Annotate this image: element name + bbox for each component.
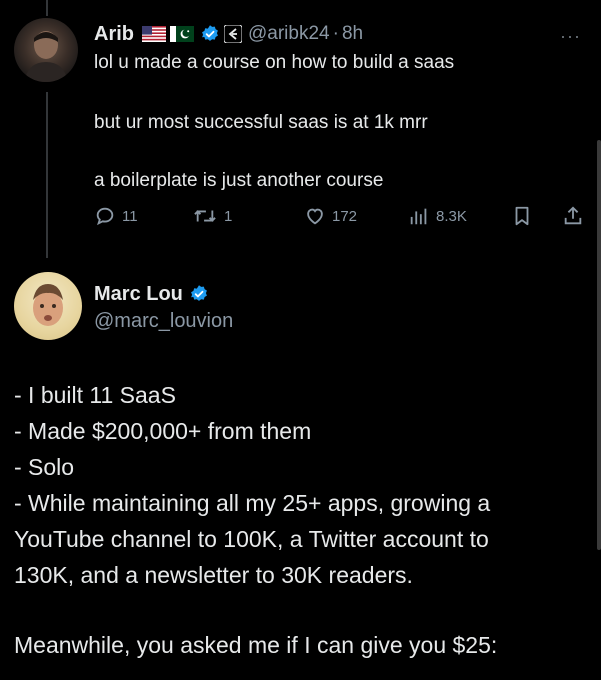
more-options-icon[interactable]: ··· [560, 26, 581, 47]
repost-button[interactable]: 1 [192, 205, 232, 227]
pakistan-flag-icon [170, 26, 194, 42]
tweet-text-line: - Solo [14, 454, 75, 480]
tweet-text-line: - Made $200,000+ from them [14, 418, 312, 444]
reply-text-line: but ur most successful saas is at 1k mrr [94, 112, 428, 133]
tweet-text-line: - While maintaining all my 25+ apps, gro… [14, 490, 491, 516]
verified-icon [190, 285, 207, 301]
repost-icon [194, 210, 216, 222]
affiliate-badge-icon [224, 25, 242, 43]
bookmark-button[interactable] [512, 205, 532, 227]
reply-count: 11 [122, 207, 138, 225]
avatar[interactable] [14, 18, 78, 82]
bookmark-icon [515, 206, 529, 226]
tweet-text-line: 130K, and a newsletter to 30K readers. [14, 562, 413, 588]
us-flag-icon [142, 26, 166, 42]
action-bar: 11 1 172 8.3K [94, 205, 594, 233]
avatar[interactable] [14, 272, 82, 340]
author-name[interactable]: Arib [94, 23, 134, 46]
views-button[interactable]: 8.3K [408, 205, 467, 227]
separator: · [332, 23, 339, 44]
verified-icon [202, 25, 218, 41]
avatar-silhouette-icon [24, 31, 68, 82]
reply-text-line: lol u made a course on how to build a sa… [94, 52, 455, 73]
heart-icon [307, 208, 323, 225]
tweet-text-line: - I built 11 SaaS [14, 382, 176, 408]
tweet-text-line: YouTube channel to 100K, a Twitter accou… [14, 526, 489, 552]
like-button[interactable]: 172 [304, 205, 357, 227]
reply-text-line: a boilerplate is just another course [94, 170, 384, 191]
thread-connector [46, 92, 48, 258]
share-button[interactable] [562, 205, 584, 227]
reply-icon [96, 207, 114, 226]
reply-header: Arib @aribk24 · 8h [94, 20, 363, 48]
views-count: 8.3K [436, 207, 467, 225]
share-icon [564, 206, 582, 225]
repost-count: 1 [224, 207, 233, 225]
scrollbar[interactable] [597, 140, 601, 550]
main-header-name-row: Marc Lou [94, 280, 209, 308]
author-name[interactable]: Marc Lou [94, 283, 183, 306]
avatar-face-icon [33, 284, 63, 326]
reply-button[interactable]: 11 [94, 205, 138, 227]
timestamp[interactable]: 8h [342, 23, 363, 45]
thread-line-top [46, 0, 48, 16]
handle[interactable]: @aribk24 [248, 23, 330, 45]
handle[interactable]: @marc_louvion [94, 310, 233, 333]
like-count: 172 [332, 207, 358, 225]
tweet-text-line: Meanwhile, you asked me if I can give yo… [14, 632, 498, 658]
views-bar-chart-icon [410, 208, 427, 225]
